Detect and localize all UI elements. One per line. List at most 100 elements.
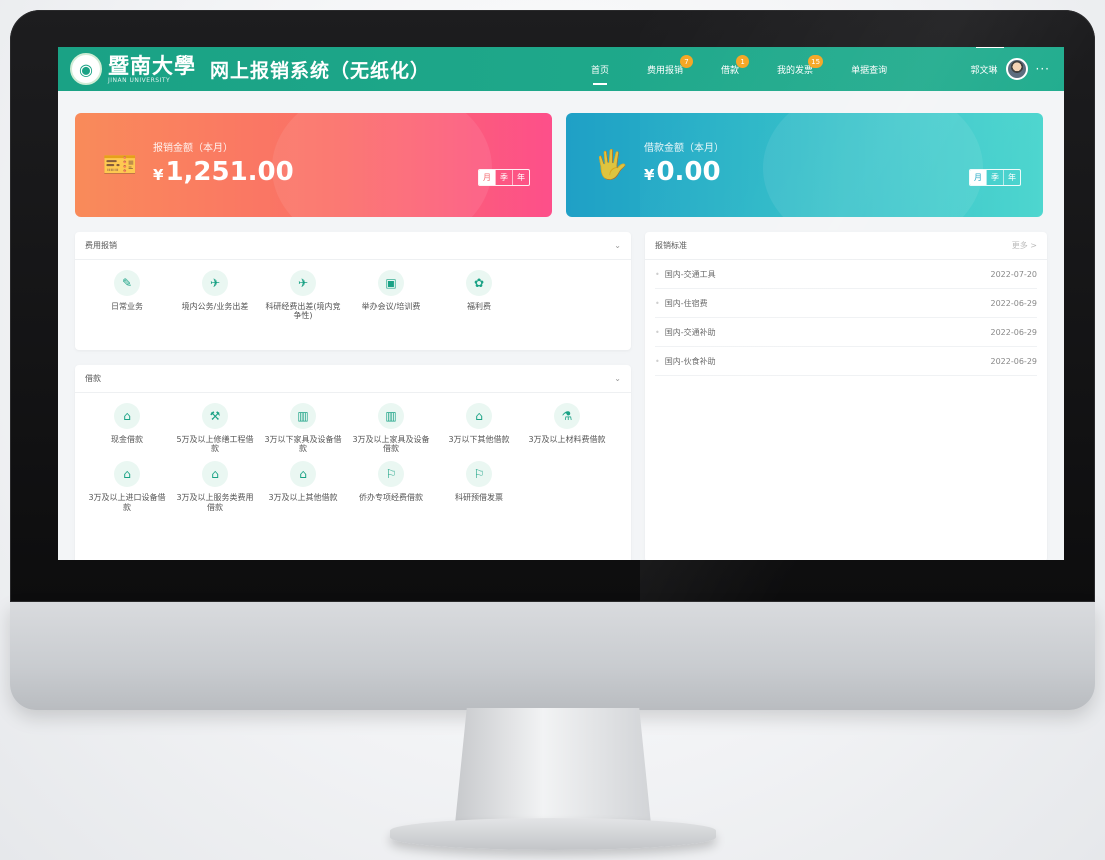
- period-quarter-button[interactable]: 季: [495, 170, 512, 185]
- avatar[interactable]: [1005, 58, 1028, 80]
- tile-label: 3万及以上服务类费用借款: [176, 493, 254, 512]
- tile-label: 科研经费出差(境内竞争性): [265, 302, 341, 321]
- loan-tile[interactable]: ⚐ 侨办专项经费借款: [347, 461, 435, 511]
- tile-label: 3万及以上进口设备借款: [88, 493, 166, 512]
- fee-tile[interactable]: ▣ 举办会议/培训费: [347, 270, 435, 320]
- ticket-icon: 🎫: [102, 147, 138, 181]
- period-quarter-button[interactable]: 季: [986, 170, 1003, 185]
- more-menu-icon[interactable]: ···: [1036, 62, 1050, 76]
- standards-title: 报销标准: [655, 241, 687, 250]
- tile-icon: ⚗: [554, 403, 580, 429]
- top-bar: ◉ 暨南大學 JINAN UNIVERSITY 网上报销系统（无纸化） 首页 费…: [58, 47, 1064, 91]
- fee-tile[interactable]: ✎ 日常业务: [83, 270, 171, 320]
- loan-tile[interactable]: ⌂ 3万及以上服务类费用借款: [171, 461, 259, 512]
- left-column: 费用报销 ⌄ ✎ 日常业务 ✈ 境内公务/业务出差 ✈ 科研经费出差(境内竞争性) ▣ 举办会…: [75, 232, 631, 560]
- nav-home[interactable]: 首页: [591, 47, 609, 91]
- main-row: 费用报销 ⌄ ✎ 日常业务 ✈ 境内公务/业务出差 ✈ 科研经费出差(境内竞争性) ▣ 举办会…: [75, 232, 1047, 560]
- standards-row-date: 2022-06-29: [990, 298, 1038, 308]
- standards-row[interactable]: 国内-交通补助 2022-06-29: [655, 318, 1037, 347]
- chevron-down-icon[interactable]: ⌄: [614, 241, 621, 250]
- nav-loan[interactable]: 借款 1: [721, 47, 750, 91]
- nav-invoices-label: 我的发票: [777, 65, 814, 76]
- loan-tile[interactable]: ⌂ 3万及以上进口设备借款: [83, 461, 171, 512]
- tile-label: 3万及以上家具及设备借款: [352, 435, 430, 454]
- period-year-button[interactable]: 年: [512, 170, 529, 185]
- reimburse-amount-card: 🎫 报销金额（本月） ¥1,251.00 月 季 年: [75, 113, 552, 217]
- tile-icon: ⌂: [114, 403, 140, 429]
- loan-tile[interactable]: ⌂ 现金借款: [83, 403, 171, 453]
- loan-tile[interactable]: ▥ 3万以下家具及设备借款: [259, 403, 347, 453]
- logo-chinese: 暨南大學: [108, 52, 196, 78]
- standards-row[interactable]: 国内-住宿费 2022-06-29: [655, 289, 1037, 318]
- tile-icon: ✈: [290, 270, 316, 296]
- standards-more-link[interactable]: 更多 >: [1012, 240, 1037, 251]
- loan-amount-card: 🖐 借款金额（本月） ¥0.00 月 季 年: [566, 113, 1043, 217]
- loan-value: ¥0.00: [644, 157, 721, 187]
- loan-tile[interactable]: ⚐ 科研预借发票: [435, 461, 523, 511]
- period-month-button[interactable]: 月: [970, 170, 986, 185]
- standards-row-name: 国内-伙食补助: [655, 356, 716, 367]
- tile-icon: ✿: [466, 270, 492, 296]
- standards-panel: 报销标准 更多 > 国内-交通工具 2022-07-20 国内-住宿费 2022-06…: [645, 232, 1047, 560]
- tile-label: 现金借款: [111, 435, 143, 444]
- tile-label: 5万及以上修缮工程借款: [176, 435, 254, 454]
- tile-icon: ⚒: [202, 403, 228, 429]
- standards-row[interactable]: 国内-伙食补助 2022-06-29: [655, 347, 1037, 376]
- university-logo[interactable]: 暨南大學 JINAN UNIVERSITY: [108, 55, 196, 84]
- chevron-down-icon[interactable]: ⌄: [614, 374, 621, 383]
- loan-tile[interactable]: ⚒ 5万及以上修缮工程借款: [171, 403, 259, 453]
- dashboard-content: 🎫 报销金额（本月） ¥1,251.00 月 季 年 🖐 借款金额（本月） ¥0…: [58, 91, 1064, 560]
- expense-panel-header[interactable]: 费用报销 ⌄: [75, 232, 631, 260]
- tile-label: 3万以下其他借款: [448, 435, 510, 444]
- tile-icon: ⌂: [466, 403, 492, 429]
- expense-panel-title: 费用报销: [85, 241, 117, 250]
- standards-row-date: 2022-06-29: [990, 327, 1038, 337]
- standards-row-date: 2022-07-20: [990, 269, 1038, 279]
- app-screen: ◉ 暨南大學 JINAN UNIVERSITY 网上报销系统（无纸化） 首页 费…: [58, 47, 1064, 560]
- period-month-button[interactable]: 月: [479, 170, 495, 185]
- tile-icon: ✎: [114, 270, 140, 296]
- tile-icon: ⌂: [290, 461, 316, 488]
- loan-tile[interactable]: ⌂ 3万以下其他借款: [435, 403, 523, 453]
- nav-expense[interactable]: 费用报销 7: [647, 47, 694, 91]
- tile-icon: ▣: [378, 270, 404, 296]
- user-area[interactable]: 郭文琳 ···: [971, 47, 1050, 91]
- period-year-button[interactable]: 年: [1003, 170, 1020, 185]
- system-title: 网上报销系统（无纸化）: [210, 59, 431, 82]
- loan-panel: 借款 ⌄ ⌂ 现金借款 ⚒ 5万及以上修缮工程借款 ▥ 3万以下家具及设备借款 ▥ 3万及以上…: [75, 365, 631, 560]
- loan-panel-header[interactable]: 借款 ⌄: [75, 365, 631, 393]
- nav-expense-badge: 7: [680, 55, 694, 68]
- loan-tile[interactable]: ▥ 3万及以上家具及设备借款: [347, 403, 435, 453]
- nav-invoices-badge: 15: [808, 55, 824, 68]
- tile-label: 科研预借发票: [455, 493, 503, 503]
- tile-icon: ⚐: [466, 461, 492, 488]
- tile-icon: ⌂: [114, 461, 140, 488]
- tile-icon: ⌂: [202, 461, 228, 488]
- nav-invoices[interactable]: 我的发票 15: [777, 47, 824, 91]
- standards-row-date: 2022-06-29: [990, 356, 1038, 366]
- card-decoration: [272, 113, 492, 217]
- hand-money-icon: 🖐: [593, 147, 629, 181]
- stat-row: 🎫 报销金额（本月） ¥1,251.00 月 季 年 🖐 借款金额（本月） ¥0…: [75, 113, 1047, 217]
- loan-tile[interactable]: ⌂ 3万及以上其他借款: [259, 461, 347, 511]
- fee-tile[interactable]: ✿ 福利费: [435, 270, 523, 320]
- loan-grid: ⌂ 现金借款 ⚒ 5万及以上修缮工程借款 ▥ 3万以下家具及设备借款 ▥ 3万及以上家具及设备…: [75, 393, 631, 530]
- tile-label: 福利费: [467, 302, 491, 311]
- fee-tile[interactable]: ✈ 境内公务/业务出差: [171, 270, 259, 320]
- tile-label: 举办会议/培训费: [361, 302, 421, 311]
- fee-tile[interactable]: ✈ 科研经费出差(境内竞争性): [259, 270, 347, 320]
- standards-row[interactable]: 国内-交通工具 2022-07-20: [655, 260, 1037, 289]
- loan-period-toggle: 月 季 年: [969, 169, 1021, 186]
- reimburse-label: 报销金额（本月）: [153, 143, 233, 154]
- tile-icon: ▥: [378, 403, 404, 429]
- monitor-stand: [455, 708, 651, 824]
- standards-row-name: 国内-交通补助: [655, 327, 716, 338]
- expense-grid: ✎ 日常业务 ✈ 境内公务/业务出差 ✈ 科研经费出差(境内竞争性) ▣ 举办会议/培训费 ✿ 福…: [75, 260, 631, 338]
- loan-tile[interactable]: ⚗ 3万及以上材料费借款: [523, 403, 611, 453]
- tile-icon: ▥: [290, 403, 316, 429]
- monitor-stand-base: [390, 818, 716, 850]
- user-name: 郭文琳: [970, 65, 998, 76]
- tile-label: 3万及以上其他借款: [268, 493, 338, 503]
- nav-documents[interactable]: 单据查询: [851, 47, 887, 91]
- nav-home-label: 首页: [591, 65, 610, 76]
